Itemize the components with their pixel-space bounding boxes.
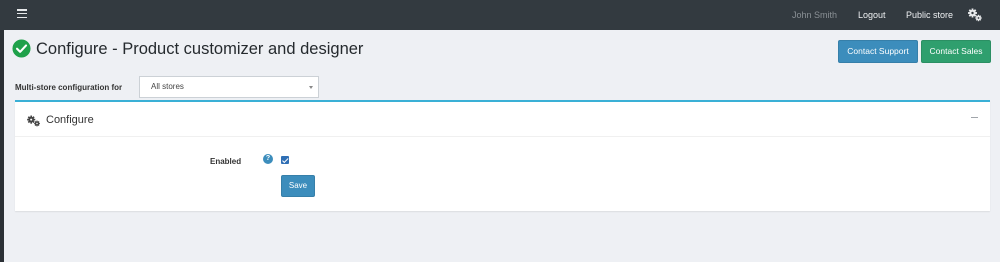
save-button[interactable]: Save (281, 175, 315, 197)
gears-icon[interactable] (967, 8, 983, 22)
public-store-link[interactable]: Public store (906, 10, 953, 20)
contact-sales-button[interactable]: Contact Sales (921, 40, 991, 63)
sidebar-edge (0, 30, 4, 262)
multistore-label: Multi-store configuration for (15, 83, 123, 92)
enabled-label: Enabled (210, 157, 242, 166)
minus-icon[interactable] (971, 117, 978, 118)
help-icon[interactable]: ? (263, 154, 273, 164)
logout-link[interactable]: Logout (858, 10, 886, 20)
page-title: Configure - Product customizer and desig… (36, 40, 364, 58)
multistore-select[interactable]: All stores (139, 76, 319, 98)
gears-icon (27, 115, 40, 127)
hamburger-icon[interactable] (17, 9, 27, 19)
card-header: Configure (15, 102, 990, 137)
multistore-selected-value: All stores (151, 82, 184, 91)
enabled-checkbox[interactable] (281, 156, 289, 164)
card-title: Configure (46, 114, 94, 126)
top-navbar: John Smith Logout Public store (0, 0, 1000, 30)
check-circle-icon (12, 39, 31, 58)
configure-card: Configure Enabled ? Save (15, 100, 990, 211)
user-name[interactable]: John Smith (792, 10, 837, 20)
contact-support-button[interactable]: Contact Support (838, 40, 918, 63)
caret-down-icon (309, 86, 313, 89)
